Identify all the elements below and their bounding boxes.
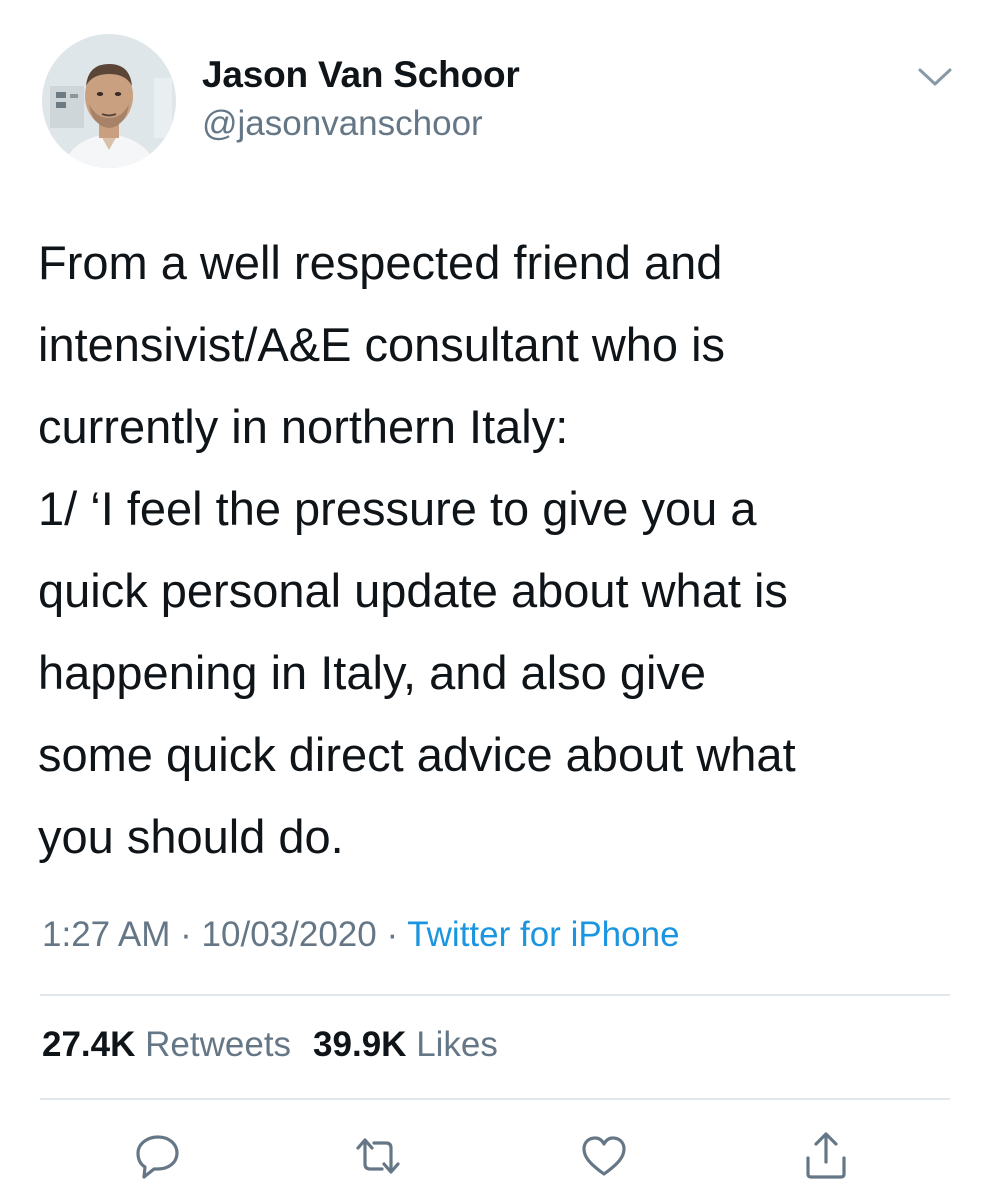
tweet-text-line: 1/ ‘I feel the pressure to give you a: [38, 482, 757, 535]
tweet-text-line: From a well respected friend and: [38, 236, 723, 289]
meta-separator: ·: [386, 915, 399, 954]
chevron-down-icon[interactable]: [916, 62, 954, 92]
retweets-label: Retweets: [145, 1025, 292, 1064]
avatar-photo: [42, 34, 176, 168]
tweet-text-line: you should do.: [38, 810, 344, 863]
tweet-detail: Jason Van Schoor @jasonvanschoor From a …: [0, 0, 990, 1200]
meta-separator: ·: [180, 915, 192, 954]
tweet-text-line: currently in northern Italy:: [38, 400, 569, 453]
tweet-text-line: intensivist/A&E consultant who is: [38, 318, 726, 371]
avatar[interactable]: [42, 34, 176, 168]
reply-icon[interactable]: [132, 1130, 184, 1182]
like-icon[interactable]: [578, 1130, 630, 1182]
retweet-icon[interactable]: [352, 1130, 404, 1182]
retweets-count: 27.4K: [42, 1025, 136, 1064]
tweet-text-line: happening in Italy, and also give: [38, 646, 707, 699]
divider: [40, 1098, 950, 1100]
likes-stat[interactable]: 39.9K Likes: [313, 1025, 498, 1065]
tweet-text: From a well respected friend and intensi…: [38, 222, 978, 878]
likes-label: Likes: [416, 1025, 498, 1064]
retweets-stat[interactable]: 27.4K Retweets: [42, 1025, 291, 1065]
tweet-text-line: some quick direct advice about what: [38, 728, 796, 781]
tweet-date[interactable]: 10/03/2020: [202, 915, 377, 954]
tweet-stats: 27.4K Retweets 39.9K Likes: [42, 1025, 520, 1065]
tweet-source-link[interactable]: Twitter for iPhone: [407, 915, 679, 954]
share-icon[interactable]: [800, 1130, 852, 1182]
tweet-meta: 1:27 AM · 10/03/2020 · Twitter for iPhon…: [42, 915, 680, 955]
likes-count: 39.9K: [313, 1025, 407, 1064]
tweet-time[interactable]: 1:27 AM: [42, 915, 170, 954]
tweet-text-line: quick personal update about what is: [38, 564, 788, 617]
author-name[interactable]: Jason Van Schoor: [202, 54, 520, 96]
divider: [40, 994, 950, 996]
author-handle[interactable]: @jasonvanschoor: [202, 104, 483, 144]
